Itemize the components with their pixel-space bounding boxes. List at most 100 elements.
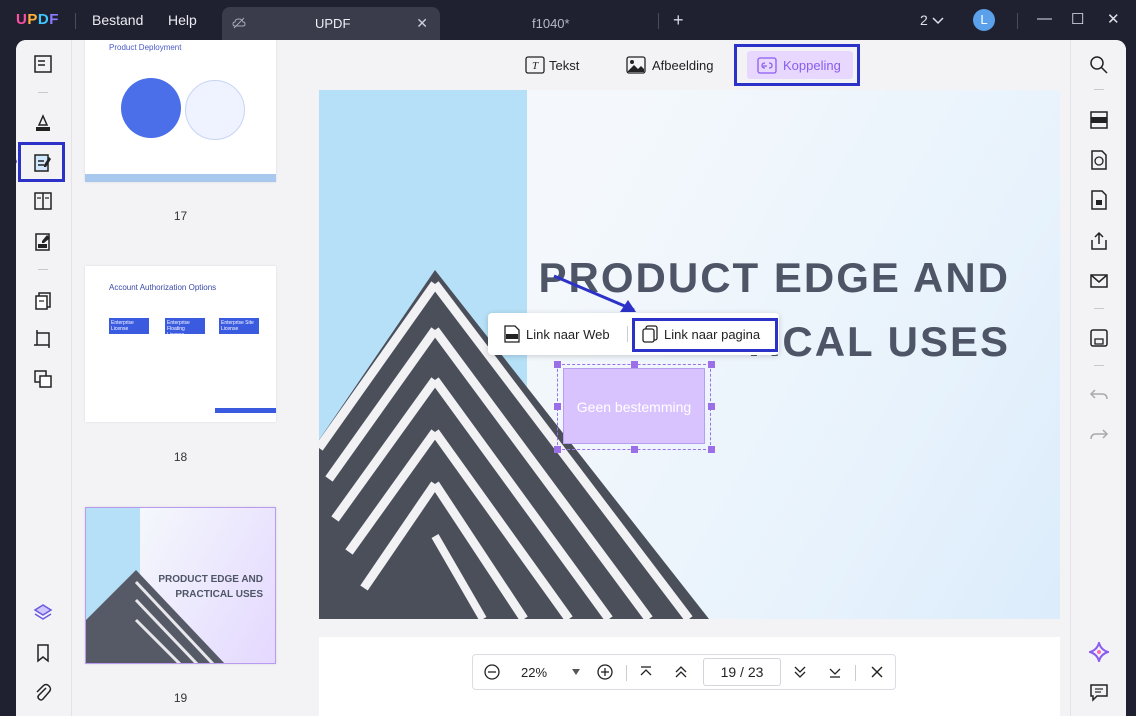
left-toolbar [16, 40, 72, 716]
convert-icon[interactable] [33, 291, 53, 311]
zoom-divider [855, 665, 856, 681]
edit-pdf-icon[interactable] [33, 153, 53, 173]
title-bar: UPDF Bestand Help UPDF ✕ f1040* + 2 L — … [0, 0, 1136, 40]
organize-pages-icon[interactable] [33, 191, 53, 211]
resize-handle[interactable] [708, 403, 715, 410]
image-tool-button[interactable]: Afbeelding [626, 56, 713, 74]
total-pages: 23 [747, 664, 764, 680]
link-area[interactable]: Geen bestemming [563, 368, 705, 444]
form-icon[interactable] [33, 232, 53, 252]
thumb-card: Enterprise License [109, 318, 149, 334]
resize-handle[interactable] [631, 446, 638, 453]
redo-icon[interactable] [1089, 425, 1109, 445]
text-tool-label: Tekst [549, 58, 580, 73]
page-input[interactable]: 19 / 23 [703, 658, 781, 686]
resize-handle[interactable] [554, 403, 561, 410]
link-tool-button[interactable]: Koppeling [747, 51, 853, 79]
avatar[interactable]: L [973, 9, 995, 31]
text-icon: T [525, 56, 545, 74]
page-icon [642, 325, 658, 343]
resize-handle[interactable] [554, 361, 561, 368]
thumb-card: Enterprise Site License [219, 318, 259, 334]
share-icon[interactable] [1089, 231, 1109, 251]
link-type-popup: Link naar Web Link naar pagina [488, 313, 779, 355]
next-page-icon[interactable] [791, 663, 809, 681]
zoom-out-icon[interactable] [483, 663, 501, 681]
comment-icon[interactable] [1089, 682, 1109, 702]
toolbar-divider [38, 92, 48, 93]
thumb-circle [121, 78, 181, 138]
link-icon [757, 57, 777, 74]
reader-icon[interactable] [33, 54, 53, 74]
text-tool-button[interactable]: T Tekst [525, 56, 579, 74]
link-to-web-button[interactable]: Link naar Web [504, 325, 610, 343]
search-icon[interactable] [1089, 55, 1109, 75]
chevron-down-icon [932, 17, 944, 25]
close-icon[interactable] [868, 663, 886, 681]
cloud-off-icon [232, 17, 246, 29]
toolbar-divider [1094, 308, 1104, 309]
save-icon[interactable] [1089, 328, 1109, 348]
zoom-bar: 22% 19 / 23 [472, 654, 896, 690]
maximize-icon[interactable]: ☐ [1071, 10, 1084, 28]
highlighter-icon[interactable] [33, 113, 53, 133]
attachment-icon[interactable] [33, 683, 53, 703]
zoom-in-icon[interactable] [596, 663, 614, 681]
thumbnail-page-18[interactable]: Account Authorization Options Enterprise… [85, 266, 276, 422]
undo-icon[interactable] [1089, 385, 1109, 405]
toolbar-divider [38, 269, 48, 270]
crop-icon[interactable] [33, 329, 53, 349]
menu-bestand[interactable]: Bestand [92, 12, 143, 28]
thumb-footer [85, 174, 276, 182]
layers-icon[interactable] [33, 602, 53, 622]
popup-divider [627, 326, 628, 342]
page-number-19: 19 [173, 691, 188, 705]
last-page-icon[interactable] [826, 663, 844, 681]
previous-page-icon[interactable] [672, 663, 690, 681]
thumb-title: Account Authorization Options [109, 283, 217, 292]
ocr-icon[interactable] [1089, 110, 1109, 130]
url-icon [504, 325, 520, 343]
first-page-icon[interactable] [637, 663, 655, 681]
compare-icon[interactable] [33, 369, 53, 389]
image-icon [626, 56, 646, 74]
zoom-divider [626, 665, 627, 681]
link-to-page-button[interactable]: Link naar pagina [642, 325, 760, 343]
thumb-card: Enterprise Floating License [165, 318, 205, 338]
link-to-page-label: Link naar pagina [664, 327, 761, 342]
thumb-title: PRODUCT EDGE AND PRACTICAL USES [158, 574, 263, 600]
thumbnail-page-19[interactable]: PRODUCT EDGE AND PRACTICAL USES [85, 507, 276, 664]
toolbar-divider [1094, 365, 1104, 366]
thumbnail-page-17[interactable]: Product Deployment [85, 40, 276, 182]
new-tab-button[interactable]: + [673, 10, 684, 31]
tab-separator [658, 13, 659, 29]
resize-handle[interactable] [631, 361, 638, 368]
link-to-web-label: Link naar Web [526, 327, 610, 342]
toolbar-divider [1094, 89, 1104, 90]
resize-handle[interactable] [554, 446, 561, 453]
image-tool-label: Afbeelding [652, 58, 714, 73]
email-icon[interactable] [1089, 271, 1109, 291]
close-window-icon[interactable]: ✕ [1107, 10, 1120, 28]
title-separator [75, 13, 76, 29]
resize-handle[interactable] [708, 361, 715, 368]
document-canvas: T Tekst Afbeelding Koppeling PRODUCT EDG… [298, 40, 1070, 716]
menu-help[interactable]: Help [168, 12, 197, 28]
bookmark-icon[interactable] [33, 643, 53, 663]
minimize-icon[interactable]: — [1037, 10, 1052, 27]
ai-assistant-icon[interactable] [1089, 642, 1109, 662]
thumb-title: Product Deployment [109, 43, 182, 52]
main-frame: Product Deployment 17 Account Authorizat… [16, 40, 1126, 716]
tab-title: UPDF [315, 16, 351, 31]
protect-icon[interactable] [1089, 190, 1109, 210]
tab-close-icon[interactable]: ✕ [416, 15, 428, 32]
caret-down-icon[interactable] [571, 668, 581, 676]
tab-f1040[interactable]: f1040* [532, 16, 570, 31]
resize-handle[interactable] [708, 446, 715, 453]
thumb-circle [185, 80, 245, 140]
tab-updf[interactable]: UPDF ✕ [222, 7, 440, 40]
convert-pdf-icon[interactable] [1089, 150, 1109, 170]
thumb-footer [215, 408, 276, 413]
zoom-value[interactable]: 22% [521, 665, 547, 680]
window-count-dropdown[interactable]: 2 [920, 12, 944, 28]
